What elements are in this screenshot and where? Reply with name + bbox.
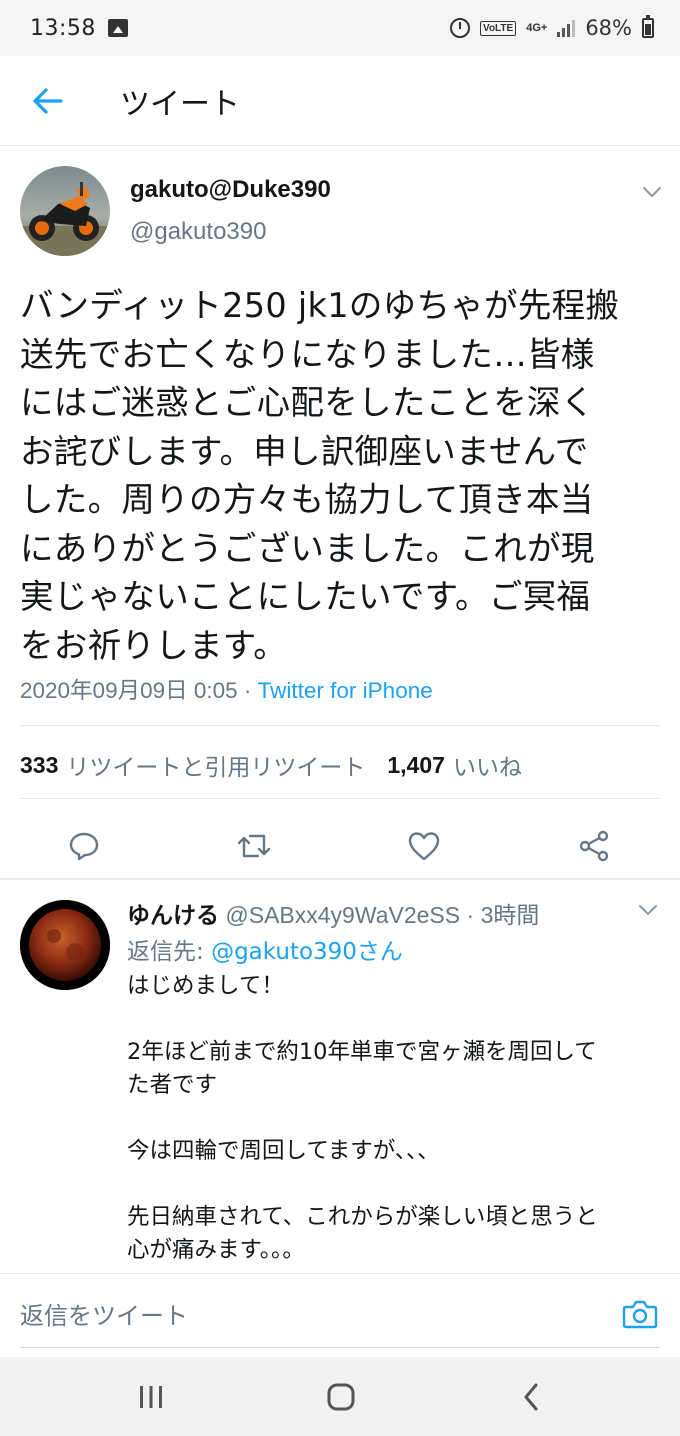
- back-button[interactable]: [18, 71, 78, 131]
- tweet-meta: 2020年09月09日 0:05 · Twitter for iPhone: [20, 673, 433, 705]
- tweet-stats: 333 リツイートと引用リツイート 1,407 いいね: [20, 748, 522, 782]
- camera-button[interactable]: [620, 1294, 660, 1334]
- divider: [20, 725, 660, 726]
- reply-to-label: 返信先:: [127, 939, 212, 965]
- share-button[interactable]: [576, 828, 612, 864]
- reply-menu-button[interactable]: [636, 898, 660, 922]
- reply-to: 返信先: @gakuto390さん: [127, 932, 403, 966]
- signal-icon: [557, 19, 576, 37]
- reply-author-handle[interactable]: @SABxx4y9WaV2eSS: [225, 902, 460, 928]
- like-icon: [408, 832, 440, 861]
- status-time: 13:58: [30, 15, 96, 41]
- divider: [20, 798, 660, 799]
- recent-apps-button[interactable]: [131, 1377, 171, 1417]
- tweet-actions: [0, 816, 680, 876]
- tweet-source-link[interactable]: Twitter for iPhone: [258, 678, 433, 703]
- tweet-text: バンディット250 jk1のゆちゃが先程搬 送先でお亡くなりになりました…皆様 …: [20, 286, 620, 665]
- like-button[interactable]: [406, 828, 442, 864]
- status-indicators: VoLTE 4G+ 68%: [450, 15, 654, 40]
- page-title: ツイート: [120, 86, 240, 122]
- like-label[interactable]: いいね: [453, 748, 522, 782]
- volte-icon: VoLTE: [480, 20, 517, 36]
- avatar[interactable]: [20, 166, 110, 256]
- share-icon: [579, 830, 609, 862]
- reply-avatar[interactable]: [20, 900, 110, 990]
- recent-apps-icon: [140, 1386, 162, 1408]
- author-name[interactable]: gakuto@Duke390: [130, 176, 331, 204]
- reply-time: 3時間: [480, 902, 540, 928]
- meta-separator: ·: [237, 678, 258, 703]
- retweet-label[interactable]: リツイートと引用リツイート: [66, 748, 365, 782]
- meta-separator: ·: [460, 902, 481, 928]
- reply-input[interactable]: 返信をツイート: [20, 1296, 188, 1331]
- image-icon: [107, 19, 128, 37]
- status-bar: 13:58 VoLTE 4G+ 68%: [0, 0, 680, 56]
- moon-avatar-image: [20, 900, 110, 990]
- back-icon: [524, 1383, 538, 1411]
- author-handle[interactable]: @gakuto390: [130, 218, 266, 246]
- network-type-icon: 4G+: [526, 21, 548, 34]
- reply-header: ゆんける @SABxx4y9WaV2eSS · 3時間: [127, 896, 539, 930]
- back-arrow-icon: [33, 87, 63, 114]
- chevron-down-icon: [639, 905, 657, 916]
- reply-text: はじめまして！ 2年ほど前まで約10年単車で宮ヶ瀬を周回して た者です 今は四輪…: [127, 973, 598, 1263]
- retweet-icon: [237, 834, 271, 858]
- home-button[interactable]: [321, 1377, 361, 1417]
- system-back-button[interactable]: [511, 1377, 551, 1417]
- battery-percent: 68%: [585, 16, 632, 40]
- reply-button[interactable]: [66, 828, 102, 864]
- reply-compose-bar: 返信をツイート: [0, 1273, 680, 1357]
- motorcycle-avatar-image: [20, 166, 110, 256]
- battery-icon: [642, 15, 654, 38]
- reply-to-mention[interactable]: @gakuto390さん: [211, 939, 403, 965]
- home-icon: [327, 1383, 355, 1411]
- input-underline: [20, 1347, 660, 1348]
- tweet-menu-button[interactable]: [640, 180, 664, 204]
- alarm-icon: [450, 18, 471, 38]
- reply-author-name[interactable]: ゆんける: [127, 902, 219, 928]
- tweet-datetime[interactable]: 2020年09月09日 0:05: [20, 678, 238, 703]
- like-count[interactable]: 1,407: [387, 752, 445, 779]
- chevron-down-icon: [643, 187, 661, 198]
- camera-icon: [622, 1300, 658, 1329]
- app-header: ツイート: [0, 56, 680, 146]
- retweet-count[interactable]: 333: [20, 752, 58, 779]
- system-navigation-bar: [0, 1357, 680, 1436]
- retweet-button[interactable]: [236, 828, 272, 864]
- reply-tweet[interactable]: ゆんける @SABxx4y9WaV2eSS · 3時間 返信先: @gakuto…: [0, 880, 680, 1273]
- reply-icon: [69, 832, 99, 861]
